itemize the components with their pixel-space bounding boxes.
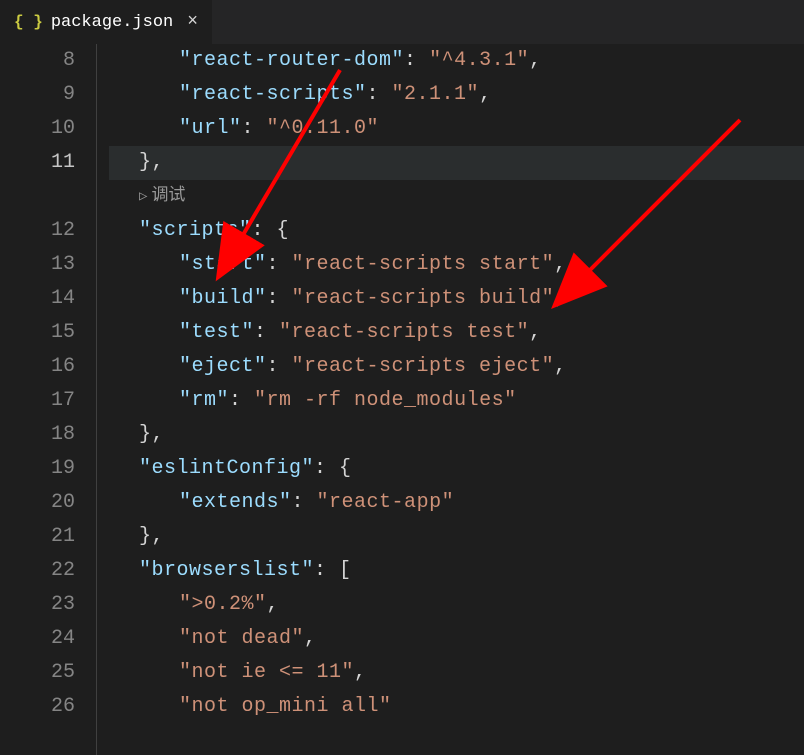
code-line[interactable]: "build": "react-scripts build", (109, 282, 804, 316)
code-line[interactable]: "test": "react-scripts test", (109, 316, 804, 350)
tab-filename: package.json (51, 13, 173, 32)
code-line[interactable]: "start": "react-scripts start", (109, 248, 804, 282)
line-number: 17 (0, 384, 75, 418)
line-number: 10 (0, 112, 75, 146)
code-line[interactable]: "scripts": { (109, 214, 804, 248)
code-line[interactable]: "not op_mini all" (109, 690, 804, 724)
tab-bar: { } package.json × (0, 0, 804, 44)
line-number: 13 (0, 248, 75, 282)
code-line[interactable]: }, (109, 520, 804, 554)
fold-gutter (95, 44, 105, 755)
line-number: 23 (0, 588, 75, 622)
code-line[interactable]: "react-scripts": "2.1.1", (109, 78, 804, 112)
json-icon: { } (14, 13, 43, 31)
tab-package-json[interactable]: { } package.json × (0, 0, 213, 44)
code-line[interactable]: }, (109, 418, 804, 452)
code-area[interactable]: "react-router-dom": "^4.3.1", "react-scr… (105, 44, 804, 755)
line-number: 8 (0, 44, 75, 78)
line-number-gutter: 8 9 10 11 12 13 14 15 16 17 18 19 20 21 … (0, 44, 95, 755)
line-number: 15 (0, 316, 75, 350)
code-line[interactable]: ">0.2%", (109, 588, 804, 622)
code-line[interactable]: "extends": "react-app" (109, 486, 804, 520)
line-number: 19 (0, 452, 75, 486)
line-number: 11 (0, 146, 75, 180)
code-line[interactable]: "eject": "react-scripts eject", (109, 350, 804, 384)
line-number: 24 (0, 622, 75, 656)
code-line[interactable]: "url": "^0.11.0" (109, 112, 804, 146)
codelens-label: 调试 (151, 180, 185, 214)
line-number: 26 (0, 690, 75, 724)
line-number: 9 (0, 78, 75, 112)
line-number: 18 (0, 418, 75, 452)
line-number: 16 (0, 350, 75, 384)
close-icon[interactable]: × (187, 12, 198, 32)
editor[interactable]: 8 9 10 11 12 13 14 15 16 17 18 19 20 21 … (0, 44, 804, 755)
code-line[interactable]: "not ie <= 11", (109, 656, 804, 690)
code-line[interactable]: "browserslist": [ (109, 554, 804, 588)
line-number: 12 (0, 214, 75, 248)
line-number: 21 (0, 520, 75, 554)
code-line[interactable]: "react-router-dom": "^4.3.1", (109, 44, 804, 78)
line-number: 14 (0, 282, 75, 316)
line-number: 25 (0, 656, 75, 690)
play-icon: ▷ (139, 180, 147, 214)
code-line[interactable]: "eslintConfig": { (109, 452, 804, 486)
line-number-spacer (0, 180, 75, 214)
line-number: 20 (0, 486, 75, 520)
codelens-debug[interactable]: ▷调试 (109, 180, 804, 214)
code-line[interactable]: }, (109, 146, 804, 180)
line-number: 22 (0, 554, 75, 588)
code-line[interactable]: "rm": "rm -rf node_modules" (109, 384, 804, 418)
code-line[interactable]: "not dead", (109, 622, 804, 656)
